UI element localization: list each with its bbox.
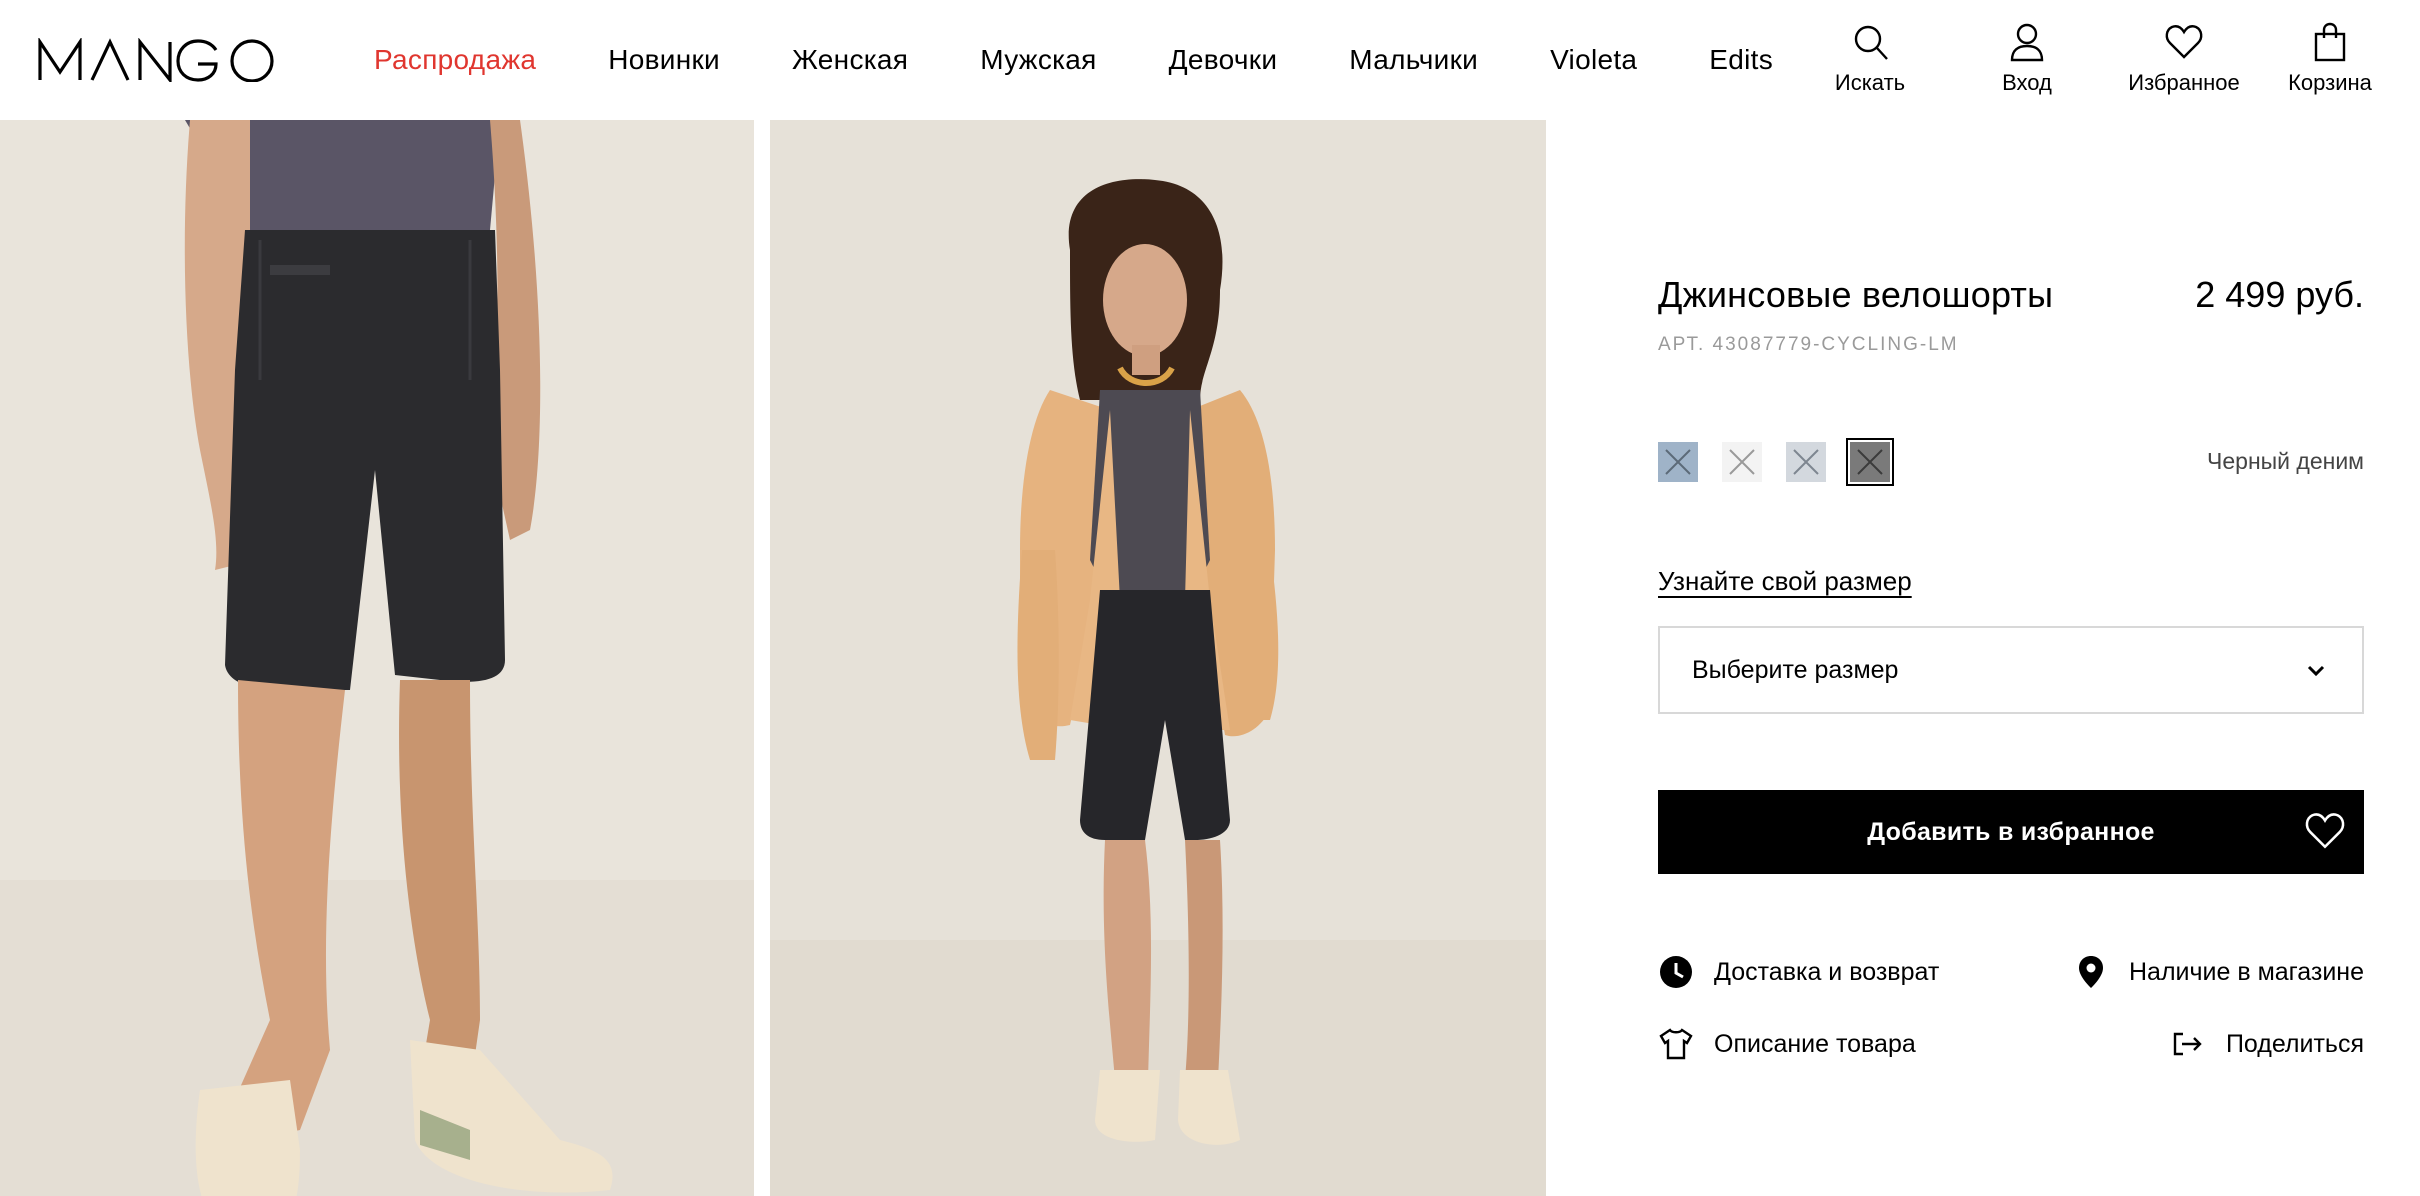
login-button[interactable]: Вход [1937,22,2117,96]
color-swatches [1658,438,1914,486]
site-header: Распродажа Новинки Женская Мужская Девоч… [0,0,2420,120]
color-swatch-white[interactable] [1722,442,1762,482]
product-photo-closeup[interactable] [0,120,754,1196]
nav-men[interactable]: Мужская [980,44,1096,76]
nav-girls[interactable]: Девочки [1169,44,1278,76]
mango-logo[interactable] [38,38,276,82]
size-select[interactable]: Выберите размер [1658,626,2364,714]
user-icon [2010,23,2044,62]
color-swatch-black-denim[interactable] [1846,438,1894,486]
heart-icon [2305,813,2345,849]
nav-sale[interactable]: Распродажа [374,44,536,76]
product-title: Джинсовые велошорты [1658,274,2054,315]
delivery-returns-label: Доставка и возврат [1714,957,1940,986]
store-availability-link[interactable]: Наличие в магазине [2073,952,2364,992]
search-button[interactable]: Искать [1780,22,1960,96]
nav-new[interactable]: Новинки [608,44,720,76]
delivery-returns-link[interactable]: Доставка и возврат [1658,952,1939,992]
tshirt-icon [1659,1028,1693,1060]
location-pin-icon [2079,956,2103,988]
nav-boys[interactable]: Мальчики [1349,44,1478,76]
nav-women[interactable]: Женская [792,44,908,76]
main-nav: Распродажа Новинки Женская Мужская Девоч… [374,0,1845,120]
product-photo-full[interactable] [770,120,1546,1196]
product-description-label: Описание товара [1714,1029,1916,1058]
size-guide-link[interactable]: Узнайте свой размер [1658,566,1912,597]
add-to-favorites-label: Добавить в избранное [1867,817,2155,846]
share-label: Поделиться [2225,1029,2364,1058]
add-to-favorites-button[interactable]: Добавить в избранное [1658,790,2364,874]
search-icon [1854,25,1888,60]
product-sku: АРТ. 43087779-CYCLING-LM [1658,334,1959,355]
product-panel: Джинсовые велошорты 2 499 руб. АРТ. 4308… [1658,120,2364,1196]
product-price: 2 499 руб. [2195,274,2364,315]
share-link[interactable]: Поделиться [2170,1024,2364,1064]
color-swatch-light-blue[interactable] [1658,442,1698,482]
search-label: Искать [1834,70,1906,95]
nav-edits[interactable]: Edits [1709,44,1773,76]
chevron-down-icon [2307,665,2325,677]
swatch-cross-icon [1665,449,1691,475]
size-select-label: Выберите размер [1692,655,1899,684]
cart-label: Корзина [2288,70,2372,95]
bag-icon [2314,22,2346,62]
clock-icon [1660,956,1692,988]
swatch-cross-icon [1857,449,1883,475]
selected-color-name: Черный деним [2207,448,2364,474]
favorites-label: Избранное [2128,70,2240,95]
store-availability-label: Наличие в магазине [2129,957,2364,986]
swatch-cross-icon [1793,449,1819,475]
nav-violeta[interactable]: Violeta [1550,44,1637,76]
heart-icon [2165,25,2203,59]
color-swatch-light-grey[interactable] [1786,442,1826,482]
product-description-link[interactable]: Описание товара [1658,1024,1916,1064]
login-label: Вход [2002,70,2052,95]
cart-button[interactable]: Корзина [2240,22,2420,96]
share-icon [2173,1032,2202,1056]
swatch-cross-icon [1729,449,1755,475]
